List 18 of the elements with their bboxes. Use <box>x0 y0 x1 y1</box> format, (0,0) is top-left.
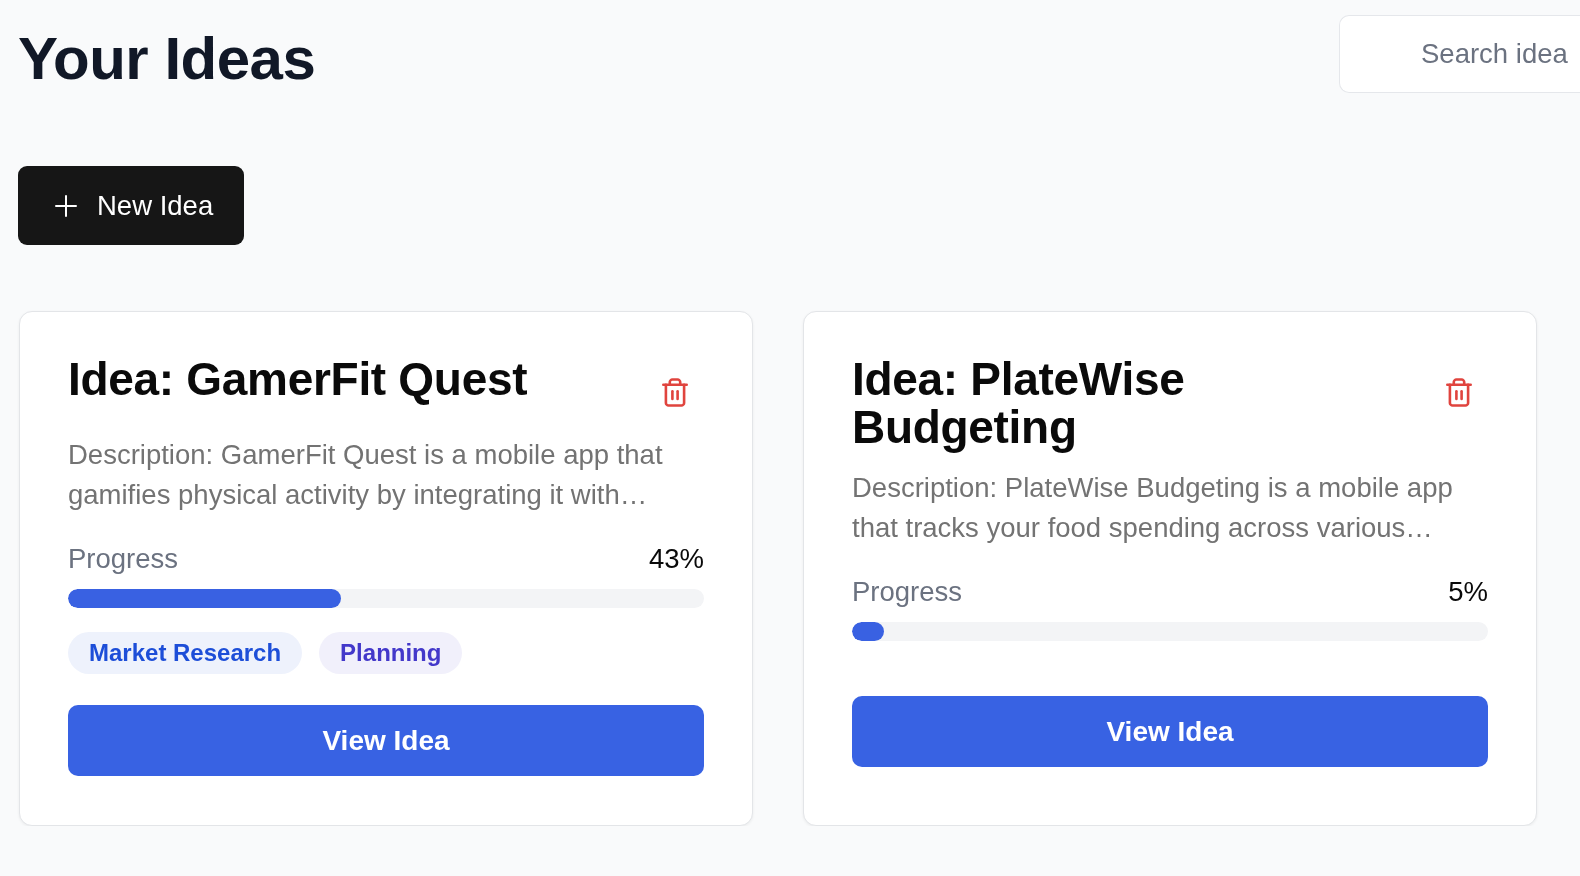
progress-label: Progress <box>852 576 963 608</box>
trash-icon <box>1446 378 1472 407</box>
trash-icon <box>662 378 688 407</box>
tag: Market Research <box>68 632 303 674</box>
page-title: Your Ideas <box>18 24 316 94</box>
progress-value: 43% <box>648 543 704 575</box>
view-idea-button[interactable]: View Idea <box>852 696 1488 767</box>
idea-description: Description: GamerFit Quest is a mobile app that gamifies physical activity by integrating it with… <box>68 438 664 512</box>
progress-value: 5% <box>1448 576 1488 608</box>
progress-label: Progress <box>68 543 179 575</box>
view-idea-button[interactable]: View Idea <box>68 705 704 776</box>
idea-title: Idea: PlateWise Budgeting <box>852 355 1186 451</box>
tag: Planning <box>319 632 463 674</box>
plus-icon <box>55 194 77 217</box>
search-field[interactable]: Search idea <box>1339 15 1580 93</box>
idea-title: Idea: GamerFit Quest <box>68 355 529 403</box>
new-idea-button[interactable]: New Idea <box>18 166 245 245</box>
idea-description: Description: PlateWise Budgeting is a mobile app that tracks your food spending across various… <box>852 471 1454 545</box>
